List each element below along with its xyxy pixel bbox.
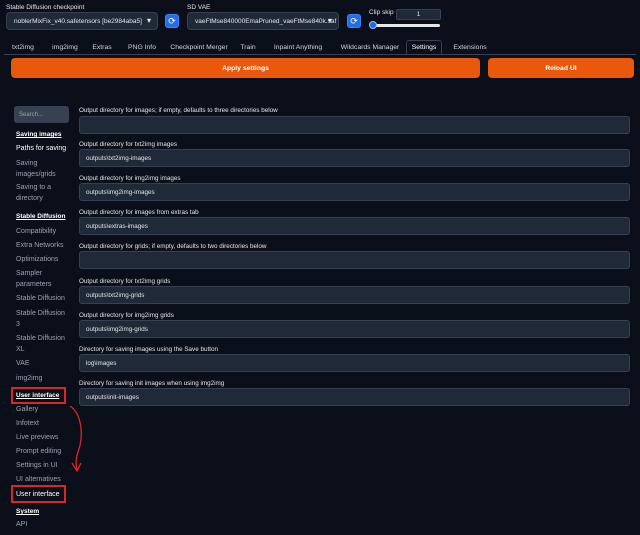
sidebar-item-vae[interactable]: VAE — [16, 359, 74, 370]
save-button-dir-input[interactable]: log\images — [79, 354, 630, 372]
tab-img2img[interactable]: img2img — [48, 40, 82, 54]
sidebar-item-label: 3 — [16, 320, 20, 328]
vae-dropdown[interactable]: vaeFtMse840000EmaPruned_vaeFtMse840k.saf… — [187, 12, 339, 30]
clip-skip-slider-thumb[interactable] — [369, 21, 377, 29]
chevron-down-icon: ▾ — [146, 16, 151, 25]
sidebar-item-sampler-parameters[interactable]: Sampler parameters — [16, 269, 74, 290]
reload-ui-button[interactable]: Reload UI — [488, 58, 634, 78]
tab-checkpoint-merger[interactable]: Checkpoint Merger — [167, 40, 231, 54]
main-tabs: txt2img img2img Extras PNG Info Checkpoi… — [4, 40, 636, 55]
sidebar-item-label: Saving — [16, 160, 38, 167]
clip-skip-input[interactable]: 1 — [396, 9, 441, 20]
sidebar-item-label: images/grids — [16, 170, 56, 178]
section-saving-images[interactable]: Saving images — [16, 131, 62, 138]
sidebar-item-optimizations[interactable]: Optimizations — [16, 255, 74, 266]
sidebar-item-label: directory — [16, 194, 43, 202]
sidebar-item-extra-networks[interactable]: Extra Networks — [16, 241, 74, 252]
tab-png-info[interactable]: PNG Info — [124, 40, 160, 54]
checkpoint-dropdown[interactable]: noblerMixFix_v40.safetensors [be2984aba5… — [6, 12, 158, 30]
section-stable-diffusion[interactable]: Stable Diffusion — [16, 213, 65, 220]
sidebar-item-label: parameters — [16, 280, 52, 288]
sidebar-item-paths-for-saving[interactable]: Paths for saving — [16, 144, 74, 155]
arrow-annotation-icon — [69, 405, 82, 473]
tab-txt2img[interactable]: txt2img — [8, 40, 38, 54]
field-label: Output directory for txt2img images — [79, 141, 177, 148]
field-label: Output directory for images from extras … — [79, 209, 199, 216]
sidebar-item-img2img[interactable]: img2img — [16, 374, 74, 385]
field-label: Output directory for img2img images — [79, 175, 181, 182]
init-images-dir-input[interactable]: outputs\init-images — [79, 388, 630, 406]
vae-value: vaeFtMse840000EmaPruned_vaeFtMse840k.saf — [195, 17, 337, 25]
sidebar-item-label: XL — [16, 345, 25, 353]
sidebar-item-label: Stable Diffusion — [16, 335, 65, 342]
output-dir-txt2img-images-input[interactable]: outputs\txt2img-images — [79, 149, 630, 167]
tab-extras[interactable]: Extras — [90, 40, 114, 54]
sidebar-item-api[interactable]: API — [16, 520, 74, 531]
vae-label: SD VAE — [187, 4, 211, 11]
refresh-vae-icon[interactable]: ⟳ — [347, 14, 361, 28]
annotation-box-user-interface-section — [11, 387, 66, 404]
field-label: Output directory for img2img grids — [79, 312, 174, 319]
field-label: Output directory for grids; if empty, de… — [79, 243, 267, 250]
output-dir-txt2img-grids-input[interactable]: outputs\txt2img-grids — [79, 286, 630, 304]
annotation-box-user-interface-item — [11, 485, 66, 503]
refresh-checkpoint-icon[interactable]: ⟳ — [165, 14, 179, 28]
output-dir-images-input[interactable] — [79, 116, 630, 134]
sidebar-item-stable-diffusion[interactable]: Stable Diffusion — [16, 294, 74, 305]
tab-extensions[interactable]: Extensions — [450, 40, 490, 54]
output-dir-img2img-images-input[interactable]: outputs\img2img-images — [79, 183, 630, 201]
sidebar-item-saving-to-directory[interactable]: Saving to a directory — [16, 183, 74, 204]
chevron-down-icon: ▾ — [327, 16, 332, 25]
clip-skip-slider[interactable] — [372, 24, 440, 27]
section-system[interactable]: System — [16, 508, 39, 515]
clip-skip-label: Clip skip — [369, 9, 394, 16]
sidebar-item-label: Stable Diffusion — [16, 310, 65, 317]
sidebar-item-ui-alternatives[interactable]: UI alternatives — [16, 475, 74, 486]
sidebar-item-stable-diffusion-xl[interactable]: Stable Diffusion XL — [16, 334, 74, 355]
tab-settings[interactable]: Settings — [406, 40, 442, 54]
output-dir-grids-input[interactable] — [79, 251, 630, 269]
field-label: Output directory for txt2img grids — [79, 278, 171, 285]
tab-train[interactable]: Train — [237, 40, 259, 54]
field-label: Directory for saving images using the Sa… — [79, 346, 218, 353]
sidebar-item-saving-images-grids[interactable]: Saving images/grids — [16, 159, 74, 180]
checkpoint-value: noblerMixFix_v40.safetensors [be2984aba5… — [14, 17, 142, 25]
sidebar-item-compatibility[interactable]: Compatibility — [16, 227, 74, 238]
sidebar-item-stable-diffusion-3[interactable]: Stable Diffusion 3 — [16, 309, 74, 330]
output-dir-img2img-grids-input[interactable]: outputs\img2img-grids — [79, 320, 630, 338]
checkpoint-label: Stable Diffusion checkpoint — [6, 4, 85, 11]
field-label: Directory for saving init images when us… — [79, 380, 225, 387]
tab-wildcards-manager[interactable]: Wildcards Manager — [336, 40, 404, 54]
sidebar-item-label: Saving to a — [16, 184, 52, 191]
output-dir-extras-input[interactable]: outputs\extras-images — [79, 217, 630, 235]
apply-settings-button[interactable]: Apply settings — [11, 58, 480, 78]
tab-inpaint-anything[interactable]: Inpaint Anything — [268, 40, 328, 54]
sidebar-item-label: Sampler — [16, 270, 43, 277]
top-bar: Stable Diffusion checkpoint noblerMixFix… — [0, 0, 640, 38]
settings-search-input[interactable]: Search... — [14, 106, 69, 123]
field-label: Output directory for images; if empty, d… — [79, 107, 278, 114]
